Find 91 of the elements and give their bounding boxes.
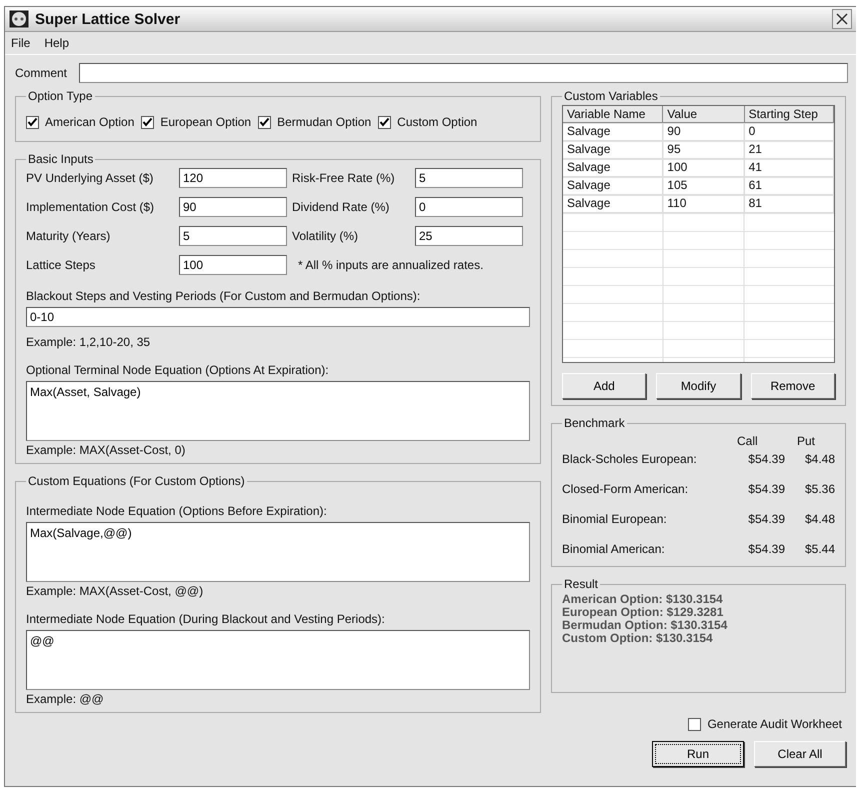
column-header[interactable]: Variable Name <box>563 106 664 123</box>
column-header[interactable]: Starting Step <box>744 106 834 123</box>
input-field[interactable]: 0 <box>415 197 523 217</box>
example-text: Example: 1,2,10-20, 35 <box>26 335 152 349</box>
result-line: European Option: $129.3281 <box>562 606 724 619</box>
option-checkbox[interactable]: Custom Option <box>378 115 478 129</box>
action-button[interactable]: Clear All <box>754 741 846 767</box>
table-action-button[interactable]: Modify <box>656 373 741 399</box>
put-value: $5.36 <box>804 482 835 496</box>
option-checkbox[interactable]: European Option <box>141 115 252 129</box>
input-field[interactable]: 90 <box>179 197 287 217</box>
table-cell: 0 <box>744 123 834 141</box>
menu-item[interactable]: File <box>11 36 30 50</box>
check-icon <box>27 116 38 128</box>
comment-label: Comment <box>15 66 68 80</box>
field-label: Maturity (Years) <box>26 229 112 243</box>
put-value: $4.48 <box>804 452 835 466</box>
table-cell: 41 <box>744 159 834 177</box>
example-text: Example: MAX(Asset-Cost, 0) <box>26 443 186 457</box>
table-cell: 81 <box>744 195 834 213</box>
group-title: Option Type <box>27 89 94 103</box>
table-cell: 105 <box>663 177 745 195</box>
option-checkbox[interactable]: Bermudan Option <box>258 115 372 129</box>
table-cell: 61 <box>744 177 834 195</box>
table-cell: Salvage <box>563 177 664 195</box>
result-line: Bermudan Option: $130.3154 <box>562 619 728 632</box>
result-line: American Option: $130.3154 <box>562 593 724 606</box>
table-cell: Salvage <box>563 195 664 213</box>
field-label: Optional Terminal Node Equation (Options At Expiration): <box>26 363 330 377</box>
table-cell: 21 <box>744 141 834 159</box>
benchmark-label: Closed-Form American: <box>562 482 690 496</box>
group-title: Custom Variables <box>563 89 659 103</box>
call-value: $54.39 <box>747 512 785 526</box>
note-text: * All % inputs are annualized rates. <box>297 258 484 272</box>
field-label: Risk-Free Rate (%) <box>292 171 396 185</box>
option-checkbox[interactable]: American Option <box>26 115 134 129</box>
table-cell: Salvage <box>563 123 664 141</box>
audit-checkbox[interactable]: Generate Audit Workheet <box>551 717 842 731</box>
benchmark-label: Binomial European: <box>562 512 668 526</box>
table-cell: 90 <box>663 123 745 141</box>
field-label: Lattice Steps <box>26 258 96 272</box>
input-field[interactable]: 0-10 <box>26 307 530 327</box>
table-cell: 100 <box>663 159 745 177</box>
column-header: Put <box>796 434 816 448</box>
close-icon <box>836 13 848 25</box>
result-line: Custom Option: $130.3154 <box>562 632 714 645</box>
comment-field[interactable] <box>79 63 848 83</box>
app-icon <box>9 10 29 28</box>
group-title: Benchmark <box>563 416 626 430</box>
table-action-button[interactable]: Add <box>562 373 646 399</box>
column-header[interactable]: Value <box>663 106 745 123</box>
call-value: $54.39 <box>747 542 785 556</box>
call-value: $54.39 <box>747 482 785 496</box>
example-text: Example: @@ <box>26 692 105 706</box>
field-label: Dividend Rate (%) <box>292 200 390 214</box>
table-cell: 95 <box>663 141 745 159</box>
check-icon <box>379 116 390 128</box>
input-field[interactable]: 120 <box>179 168 287 188</box>
table-cell: Salvage <box>563 159 664 177</box>
benchmark-label: Binomial American: <box>562 542 666 556</box>
example-text: Example: MAX(Asset-Cost, @@) <box>26 584 204 598</box>
field-label: Intermediate Node Equation (During Blackout and Vesting Periods): <box>26 612 386 626</box>
field-label: Volatility (%) <box>292 229 360 243</box>
column-header: Call <box>736 434 759 448</box>
input-field[interactable]: 25 <box>415 226 523 246</box>
group-title: Result <box>563 577 600 591</box>
put-value: $5.44 <box>804 542 835 556</box>
input-field[interactable]: 100 <box>179 255 287 275</box>
put-value: $4.48 <box>804 512 835 526</box>
table-cell: 110 <box>663 195 745 213</box>
field-label: Intermediate Node Equation (Options Before Expiration): <box>26 504 328 518</box>
equation-field[interactable]: Max(Salvage,@@) <box>26 522 530 582</box>
field-label: PV Underlying Asset ($) <box>26 171 154 185</box>
close-button[interactable] <box>832 9 852 29</box>
call-value: $54.39 <box>747 452 785 466</box>
table-action-button[interactable]: Remove <box>750 373 835 399</box>
group-title: Basic Inputs <box>27 152 94 166</box>
benchmark-label: Black-Scholes European: <box>562 452 698 466</box>
check-icon <box>259 116 270 128</box>
input-field[interactable]: 5 <box>415 168 523 188</box>
table-cell: Salvage <box>563 141 664 159</box>
group-title: Custom Equations (For Custom Options) <box>27 474 246 488</box>
field-label: Blackout Steps and Vesting Periods (For Custom and Bermudan Options): <box>26 289 422 303</box>
window-title: Super Lattice Solver <box>35 10 182 28</box>
action-button[interactable]: Run <box>652 741 744 767</box>
input-field[interactable]: 5 <box>179 226 287 246</box>
menu-item[interactable]: Help <box>44 36 70 50</box>
equation-field[interactable]: @@ <box>26 630 530 690</box>
equation-field[interactable]: Max(Asset, Salvage) <box>26 381 530 441</box>
field-label: Implementation Cost ($) <box>26 200 156 214</box>
check-icon <box>142 116 154 128</box>
